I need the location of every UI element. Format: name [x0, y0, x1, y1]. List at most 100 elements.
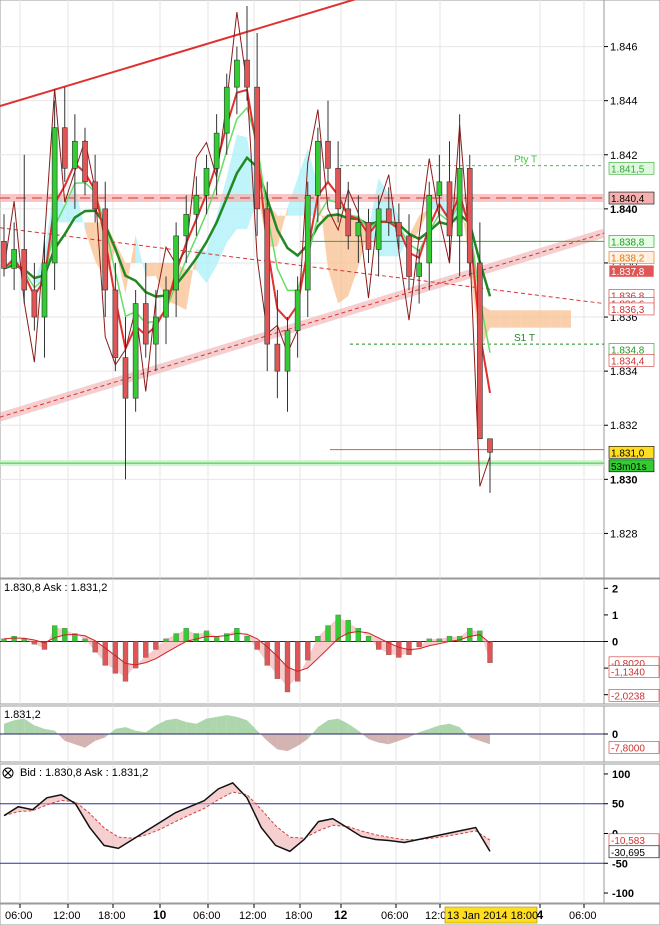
y-tick-label: 1.846 — [610, 42, 638, 54]
macd-panel: 210-1-2-0,8020-1,1340-2,02381.830,8 Ask … — [0, 578, 660, 705]
macd-bar — [345, 620, 351, 642]
candle-body — [112, 289, 119, 358]
y-tick-label: 2 — [612, 583, 618, 595]
macd-bar — [193, 633, 200, 642]
panel-frame — [0, 0, 605, 579]
macd-bar — [487, 641, 493, 663]
macd-bar — [325, 625, 331, 642]
ichimoku-cloud-segment — [550, 310, 561, 328]
candle-body — [51, 127, 58, 264]
price-label: 1.831,0 — [611, 448, 645, 459]
x-tick-label: 18:00 — [285, 910, 313, 922]
x-tick-label: 06:00 — [193, 910, 221, 922]
osc-area — [166, 718, 177, 734]
y-tick-label: 1.828 — [610, 528, 638, 540]
ichimoku-cloud-segment — [510, 310, 521, 328]
candle-body — [82, 140, 88, 183]
candle-body — [213, 132, 220, 169]
level-annotation: S1 T — [514, 333, 535, 344]
candle-body — [72, 140, 78, 169]
candle-body — [294, 289, 301, 331]
candle-body — [304, 195, 311, 291]
macd-bar — [274, 641, 281, 679]
macd-bar — [183, 628, 189, 642]
price-label: -10,583 — [611, 836, 645, 847]
x-tick-label: 06:00 — [569, 910, 597, 922]
y-tick-label: 1.834 — [610, 366, 638, 378]
candle-body — [203, 167, 210, 196]
macd-bar — [92, 641, 98, 653]
macd-bar — [82, 638, 88, 642]
candle-body — [315, 140, 321, 196]
candle-body — [153, 316, 159, 345]
price-label: 1.837,8 — [611, 267, 645, 278]
panel-header: 1.831,2 — [4, 709, 41, 721]
candle-body — [487, 438, 493, 453]
x-tick-label: 12:00 — [239, 910, 267, 922]
ichimoku-cloud-segment — [500, 310, 511, 328]
macd-bar — [426, 638, 432, 642]
candle-body — [375, 208, 382, 250]
y-tick-label: 1.830 — [610, 474, 638, 486]
stochastic-panel: 100500-50-100-10,583-30,695Bid : 1.830,8… — [0, 763, 660, 904]
candle-body — [335, 167, 341, 210]
macd-bar — [355, 628, 362, 642]
candle-body — [132, 303, 139, 399]
osc-area — [186, 722, 197, 734]
y-tick-label: 100 — [612, 769, 630, 781]
price-label: 1.841,5 — [611, 164, 645, 175]
y-tick-label: 0 — [612, 637, 618, 649]
price-label: 1.834,4 — [611, 356, 645, 367]
x-tick-label: 10 — [153, 908, 167, 922]
candle-body — [1, 241, 7, 269]
price-label: 1.838,8 — [611, 237, 645, 248]
candle-body — [274, 343, 281, 372]
ichimoku-cloud-segment — [560, 310, 571, 328]
candle-body — [406, 235, 412, 277]
macd-bar — [375, 641, 382, 650]
price-label: 1.840,4 — [611, 194, 645, 205]
ichimoku-cloud-segment — [236, 134, 247, 230]
x-tick-label: 06:00 — [5, 910, 33, 922]
macd-bar — [234, 628, 240, 642]
y-tick-label: 1.840 — [610, 204, 638, 216]
macd-bar — [305, 641, 311, 661]
candle-body — [163, 289, 169, 318]
candle-body — [355, 222, 362, 237]
macd-bar — [254, 641, 260, 650]
price-label: -1,1340 — [611, 668, 645, 679]
osc-area — [206, 716, 217, 734]
candle-body — [325, 140, 331, 169]
macd-bar — [153, 641, 159, 650]
panel-header: Bid : 1.830,8 Ask : 1.831,2 — [20, 767, 148, 779]
macd-bar — [163, 638, 169, 642]
candle-body — [456, 167, 463, 237]
macd-bar — [365, 636, 372, 642]
candle-body — [31, 289, 38, 318]
candle-body — [142, 303, 149, 345]
y-tick-label: -100 — [612, 888, 634, 900]
candle-body — [11, 249, 17, 269]
x-tick-label: 18:00 — [98, 910, 126, 922]
macd-bar — [467, 628, 473, 642]
panel-frame — [0, 763, 605, 904]
candle-body — [477, 262, 483, 440]
macd-bar — [1, 638, 7, 642]
y-tick-label: 50 — [612, 799, 624, 811]
x-tick-label: 12 — [334, 908, 348, 922]
macd-bar — [173, 633, 179, 642]
candle-body — [41, 262, 48, 318]
price-label: 1.836,3 — [611, 305, 645, 316]
candle-body — [365, 222, 372, 250]
macd-bar — [436, 638, 443, 642]
osc-area — [216, 715, 227, 734]
candle-body — [385, 208, 392, 223]
candle-body — [426, 195, 433, 264]
y-tick-label: 1.844 — [610, 96, 638, 108]
macd-bar — [396, 641, 402, 658]
osc-area — [439, 723, 450, 734]
ichimoku-cloud-segment — [520, 310, 531, 328]
candle-body — [244, 59, 250, 88]
time-axis: 06:00 12:00 18:00 10 06:00 12:00 18:00 12 06:00 1… — [0, 903, 660, 925]
candle-body — [183, 213, 190, 237]
